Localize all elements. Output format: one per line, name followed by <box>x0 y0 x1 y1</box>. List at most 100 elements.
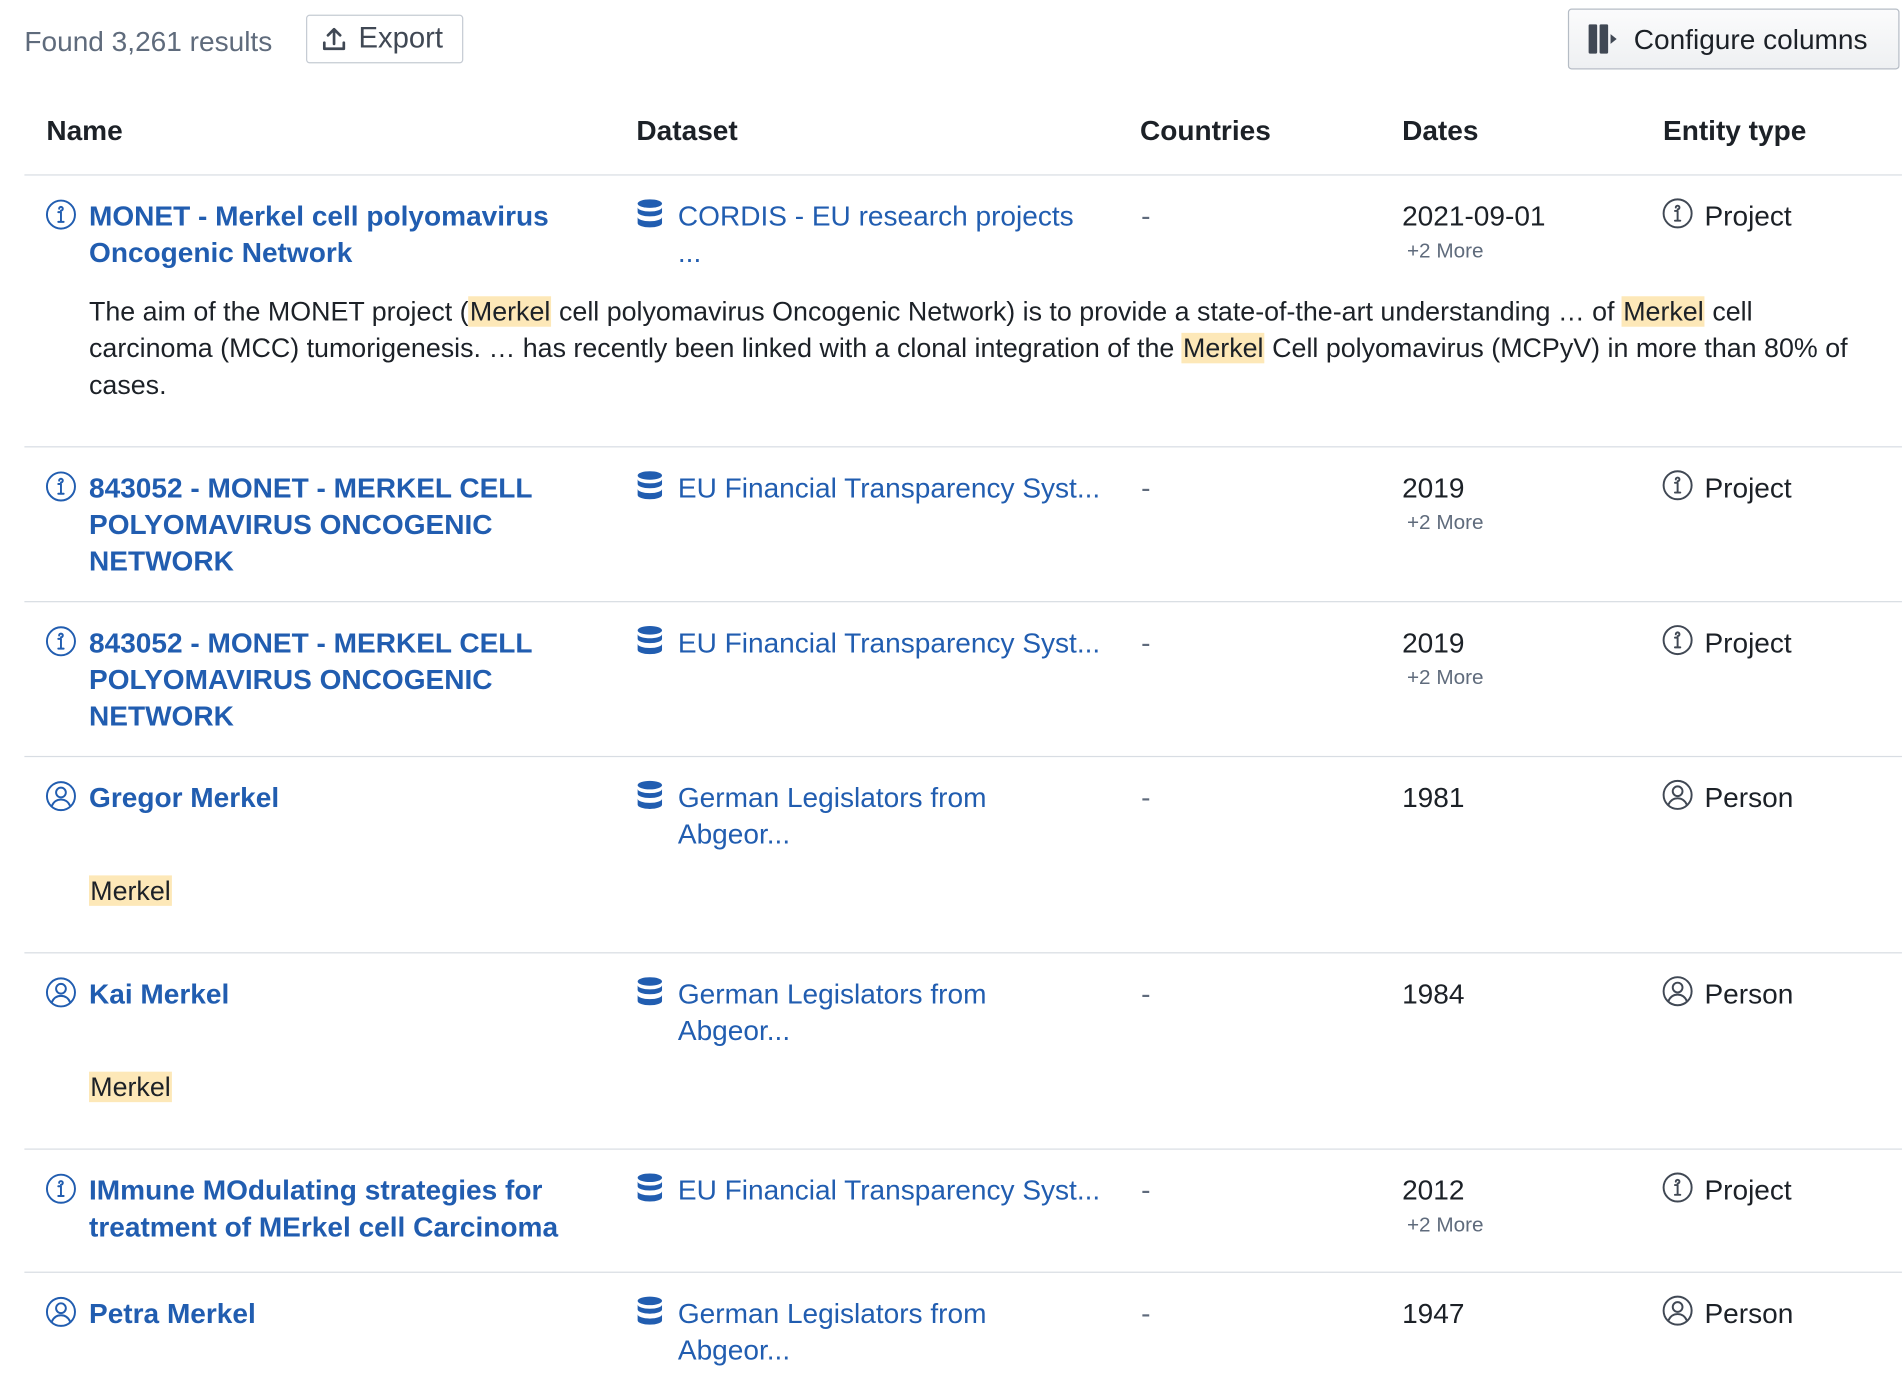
results-table: Name Dataset Countries Dates Entity type… <box>24 98 1902 1395</box>
dates-cell: 1981 <box>1402 779 1464 816</box>
dataset-link[interactable]: EU Financial Transparency Syst... <box>678 469 1105 506</box>
table-body: MONET - Merkel cell polyomavirus Oncogen… <box>24 176 1902 1395</box>
table-row[interactable]: Kai Merkel German Legislators from Abgeo… <box>24 953 1902 1150</box>
table-row[interactable]: IMmune MOdulating strategies for treatme… <box>24 1150 1902 1273</box>
countries-value: - <box>1141 199 1151 232</box>
column-header-dates[interactable]: Dates <box>1402 115 1478 148</box>
person-icon <box>1662 1294 1694 1332</box>
configure-columns-label: Configure columns <box>1633 22 1868 55</box>
date-value: 1981 <box>1402 781 1465 814</box>
results-count: Found 3,261 results <box>24 25 273 58</box>
date-value: 2019 <box>1402 471 1465 504</box>
database-icon <box>637 977 663 1006</box>
more-dates-link[interactable]: +2 More <box>1402 666 1484 690</box>
dates-cell: 2021-09-01 +2 More <box>1402 198 1545 264</box>
database-icon <box>637 626 663 655</box>
entity-name-link[interactable]: Petra Merkel <box>89 1295 601 1332</box>
countries-cell: - <box>1141 1295 1150 1332</box>
dataset-link[interactable]: EU Financial Transparency Syst... <box>678 624 1105 661</box>
countries-cell: - <box>1141 198 1150 235</box>
export-icon <box>322 27 346 51</box>
countries-value: - <box>1141 977 1151 1010</box>
columns-icon <box>1588 24 1617 54</box>
entity-type-cell: Person <box>1662 975 1794 1012</box>
dates-cell: 2012 +2 More <box>1402 1172 1483 1238</box>
column-header-countries[interactable]: Countries <box>1140 115 1271 148</box>
project-icon <box>1662 1171 1694 1209</box>
match-snippet: The aim of the MONET project (Merkel cel… <box>89 294 1881 404</box>
entity-name-link[interactable]: Gregor Merkel <box>89 779 601 816</box>
highlight-term: Merkel <box>89 1071 172 1103</box>
person-icon <box>1662 778 1694 816</box>
export-button-label: Export <box>358 21 444 55</box>
dataset-link[interactable]: EU Financial Transparency Syst... <box>678 1172 1105 1209</box>
entity-name-link[interactable]: 843052 - MONET - MERKEL CELL POLYOMAVIRU… <box>89 469 601 579</box>
match-snippet: Merkel <box>89 1069 1881 1106</box>
more-dates-link[interactable]: +2 More <box>1402 511 1484 535</box>
more-dates-link[interactable]: +2 More <box>1402 239 1545 263</box>
dataset-link[interactable]: German Legislators from Abgeor... <box>678 779 1105 852</box>
dataset-link[interactable]: CORDIS - EU research projects ... <box>678 198 1105 271</box>
entity-name-link[interactable]: MONET - Merkel cell polyomavirus Oncogen… <box>89 198 601 271</box>
project-icon <box>45 1173 77 1205</box>
date-value: 2012 <box>1402 1174 1465 1206</box>
entity-type-label: Person <box>1704 977 1794 1009</box>
dates-cell: 1947 <box>1402 1295 1464 1332</box>
dataset-link[interactable]: German Legislators from Abgeor... <box>678 1295 1105 1368</box>
person-icon <box>45 780 77 812</box>
countries-cell: - <box>1141 779 1150 816</box>
entity-type-label: Person <box>1704 1296 1794 1329</box>
dataset-link[interactable]: German Legislators from Abgeor... <box>678 975 1105 1048</box>
countries-cell: - <box>1141 975 1150 1012</box>
countries-value: - <box>1141 1174 1151 1206</box>
entity-type-label: Project <box>1704 199 1792 232</box>
database-icon <box>637 199 663 228</box>
database-icon <box>637 1173 663 1202</box>
project-icon <box>1662 469 1694 507</box>
entity-name-link[interactable]: IMmune MOdulating strategies for treatme… <box>89 1172 601 1245</box>
entity-type-label: Project <box>1704 1173 1792 1206</box>
dates-cell: 2019 +2 More <box>1402 469 1483 535</box>
dates-cell: 1984 <box>1402 975 1464 1012</box>
project-icon <box>45 471 77 503</box>
database-icon <box>637 780 663 809</box>
countries-cell: - <box>1141 624 1150 661</box>
table-header: Name Dataset Countries Dates Entity type <box>24 98 1902 176</box>
column-header-dataset[interactable]: Dataset <box>636 115 737 148</box>
table-row[interactable]: MONET - Merkel cell polyomavirus Oncogen… <box>24 176 1902 448</box>
countries-value: - <box>1141 781 1151 814</box>
table-row[interactable]: Petra Merkel German Legislators from Abg… <box>24 1273 1902 1395</box>
project-icon <box>1662 197 1694 235</box>
table-row[interactable]: Gregor Merkel German Legislators from Ab… <box>24 757 1902 954</box>
highlight-term: Merkel <box>1621 296 1705 327</box>
entity-type-cell: Project <box>1662 624 1792 661</box>
column-header-entity-type[interactable]: Entity type <box>1663 115 1806 148</box>
project-icon <box>45 199 77 231</box>
snippet-text: The aim of the MONET project ( <box>89 296 469 327</box>
entity-type-cell: Project <box>1662 1171 1792 1209</box>
highlight-term: Merkel <box>1181 332 1265 364</box>
more-dates-link[interactable]: +2 More <box>1402 1213 1484 1237</box>
entity-type-label: Project <box>1704 626 1792 658</box>
results-toolbar: Found 3,261 results Export Configure col… <box>24 8 1902 74</box>
column-header-name[interactable]: Name <box>46 115 122 148</box>
countries-value: - <box>1141 1297 1151 1329</box>
match-snippet: Merkel <box>89 873 1881 910</box>
entity-type-label: Person <box>1704 780 1794 813</box>
entity-type-cell: Project <box>1662 469 1792 506</box>
entity-name-link[interactable]: 843052 - MONET - MERKEL CELL POLYOMAVIRU… <box>89 624 601 734</box>
date-value: 1947 <box>1402 1297 1465 1329</box>
countries-cell: - <box>1141 469 1150 506</box>
highlight-term: Merkel <box>468 296 552 327</box>
entity-type-cell: Person <box>1662 778 1794 816</box>
countries-value: - <box>1141 626 1151 659</box>
person-icon <box>45 1296 77 1328</box>
table-row[interactable]: 843052 - MONET - MERKEL CELL POLYOMAVIRU… <box>24 602 1902 758</box>
entity-name-link[interactable]: Kai Merkel <box>89 975 601 1012</box>
export-button[interactable]: Export <box>306 14 464 64</box>
configure-columns-button[interactable]: Configure columns <box>1567 8 1900 70</box>
date-value: 2019 <box>1402 626 1465 659</box>
table-row[interactable]: 843052 - MONET - MERKEL CELL POLYOMAVIRU… <box>24 447 1902 603</box>
database-icon <box>637 1296 663 1325</box>
countries-value: - <box>1141 471 1151 504</box>
